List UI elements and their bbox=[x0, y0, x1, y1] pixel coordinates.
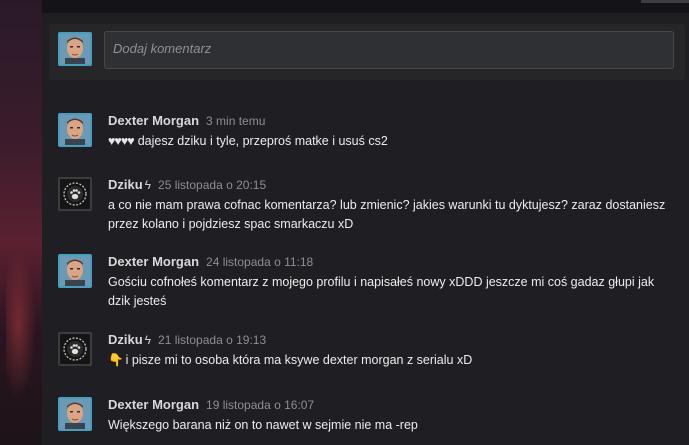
comment-avatar[interactable] bbox=[58, 113, 92, 147]
dexter-face-icon bbox=[60, 34, 90, 64]
comment-text: ♥♥♥♥ dajesz dziku i tyle, przeproś matke … bbox=[108, 132, 668, 151]
background-art bbox=[0, 0, 42, 445]
comment-author[interactable]: Dexter Morgan 19 listopada o 16:07 bbox=[108, 397, 314, 412]
dexter-face-icon bbox=[60, 399, 90, 429]
author-name[interactable]: Dexter Morgan bbox=[108, 254, 199, 269]
comment-text: Większego barana niż on to nawet w sejmi… bbox=[108, 418, 418, 432]
comment-time: 3 min temu bbox=[206, 114, 266, 128]
paw-badge-icon bbox=[60, 334, 90, 364]
comment-text: Gościu cofnołeś komentarz z mojego profi… bbox=[108, 275, 655, 308]
author-name[interactable]: Dexter Morgan bbox=[108, 113, 199, 128]
comment-avatar[interactable] bbox=[58, 397, 92, 431]
comment-author[interactable]: Dexter Morgan 3 min temu bbox=[108, 113, 265, 128]
pointing-down-emoji-icon: 👇 bbox=[108, 353, 124, 367]
comment-author[interactable]: Dexter Morgan 24 listopada o 11:18 bbox=[108, 254, 313, 269]
dexter-face-icon bbox=[60, 256, 90, 286]
comment-body: i pisze mi to osoba która ma ksywe dexte… bbox=[125, 353, 473, 367]
hearts-icon: ♥♥♥♥ bbox=[108, 134, 135, 148]
author-symbol: ϟ bbox=[144, 178, 152, 192]
author-name[interactable]: Dziku bbox=[108, 332, 143, 347]
paw-badge-icon bbox=[60, 179, 90, 209]
comment-author[interactable]: Dziku ϟ 25 listopada o 20:15 bbox=[108, 177, 266, 192]
current-user-avatar[interactable] bbox=[58, 32, 92, 66]
comment-text: 👇 i pisze mi to osoba która ma ksywe dext… bbox=[108, 351, 668, 370]
author-symbol: ϟ bbox=[144, 333, 152, 347]
comment-time: 24 listopada o 11:18 bbox=[206, 255, 314, 269]
comment-time: 21 listopada o 19:13 bbox=[158, 333, 267, 347]
comment-avatar[interactable] bbox=[58, 332, 92, 366]
comment-text: a co nie mam prawa cofnac komentarza? lu… bbox=[108, 198, 666, 231]
author-name[interactable]: Dziku bbox=[108, 177, 143, 192]
top-bar bbox=[42, 0, 689, 13]
comment-time: 19 listopada o 16:07 bbox=[206, 398, 315, 412]
comment-avatar[interactable] bbox=[58, 254, 92, 288]
comment-time: 25 listopada o 20:15 bbox=[158, 178, 267, 192]
comment-input[interactable]: Dodaj komentarz bbox=[104, 31, 674, 69]
dexter-face-icon bbox=[60, 115, 90, 145]
comment-author[interactable]: Dziku ϟ 21 listopada o 19:13 bbox=[108, 332, 266, 347]
comment-avatar[interactable] bbox=[58, 177, 92, 211]
author-name[interactable]: Dexter Morgan bbox=[108, 397, 199, 412]
comment-body: dajesz dziku i tyle, przeproś matke i us… bbox=[137, 134, 388, 148]
comment-input-placeholder: Dodaj komentarz bbox=[113, 41, 212, 56]
